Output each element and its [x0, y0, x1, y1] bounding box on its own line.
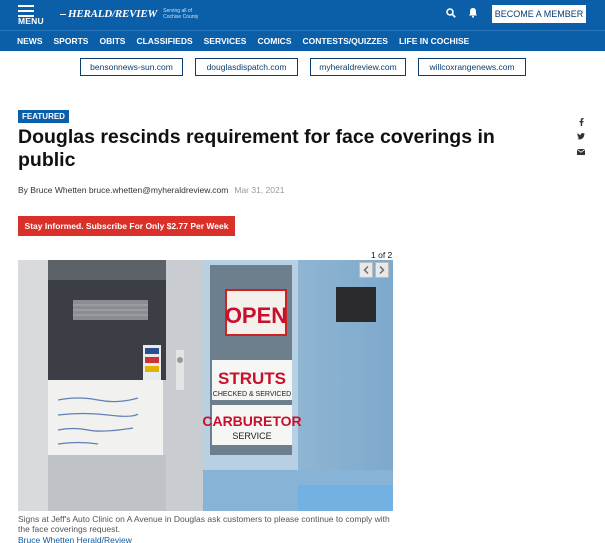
chevron-left-icon [363, 266, 369, 274]
chevron-right-icon [379, 266, 385, 274]
nav-item-comics[interactable]: COMICS [257, 36, 291, 46]
nav-item-sports[interactable]: SPORTS [54, 36, 89, 46]
gallery-counter: 1 of 2 [371, 250, 393, 260]
byline: By Bruce Whetten bruce.whetten@myheraldr… [18, 185, 284, 195]
menu-label: MENU [18, 16, 44, 26]
sister-link-willcoxrangenews[interactable]: willcoxrangenews.com [418, 58, 526, 76]
photo-illustration: OPEN STRUTS CHECKED & SERVICED CARBURETO… [18, 260, 393, 511]
photo-sign-struts-sub: CHECKED & SERVICED [213, 391, 291, 398]
search-icon[interactable] [446, 7, 456, 18]
photo-credit[interactable]: Bruce Whetten Herald/Review [18, 535, 132, 543]
twitter-icon[interactable] [576, 129, 586, 144]
subscribe-banner[interactable]: Stay Informed. Subscribe For Only $2.77 … [18, 216, 235, 236]
nav-item-services[interactable]: SERVICES [204, 36, 247, 46]
gallery-next-button[interactable] [375, 262, 389, 278]
byline-author[interactable]: By Bruce Whetten bruce.whetten@myheraldr… [18, 185, 228, 195]
article-date: Mar 31, 2021 [234, 185, 285, 195]
nav-item-news[interactable]: NEWS [17, 36, 43, 46]
bell-icon[interactable] [468, 7, 478, 18]
sister-sites: bensonnews-sun.com douglasdispatch.com m… [0, 58, 605, 78]
become-member-button[interactable]: BECOME A MEMBER [491, 4, 587, 24]
nav-item-classifieds[interactable]: CLASSIFIEDS [136, 36, 192, 46]
logo-tagline: Serving all of Cochise County [163, 8, 199, 20]
featured-badge[interactable]: FEATURED [18, 110, 69, 123]
share-bar [576, 114, 586, 159]
article-headline: Douglas rescinds requirement for face co… [18, 126, 495, 171]
email-icon[interactable] [576, 144, 586, 159]
nav-item-contests-quizzes[interactable]: CONTESTS/QUIZZES [302, 36, 387, 46]
gallery-prev-button[interactable] [359, 262, 373, 278]
article-photo[interactable]: OPEN STRUTS CHECKED & SERVICED CARBURETO… [18, 260, 393, 511]
facebook-icon[interactable] [576, 114, 586, 129]
photo-sign-struts: STRUTS [218, 369, 286, 388]
sister-link-bensonnews[interactable]: bensonnews-sun.com [80, 58, 183, 76]
nav-item-obits[interactable]: OBITS [99, 36, 125, 46]
site-logo[interactable]: HERALD/REVIEW Serving all of Cochise Cou… [60, 8, 203, 20]
nav-item-life-in-cochise[interactable]: LIFE IN COCHISE [399, 36, 469, 46]
menu-button[interactable]: MENU [18, 3, 46, 27]
photo-caption: Signs at Jeff's Auto Clinic on A Avenue … [18, 514, 390, 534]
photo-sign-carburetor-sub: SERVICE [232, 431, 271, 441]
logo-wordmark: HERALD/REVIEW [60, 8, 157, 20]
main-nav: NEWS SPORTS OBITS CLASSIFIEDS SERVICES C… [0, 30, 605, 51]
sister-link-myheraldreview[interactable]: myheraldreview.com [310, 58, 406, 76]
top-bar: MENU HERALD/REVIEW Serving all of Cochis… [0, 0, 605, 30]
sister-link-douglasdispatch[interactable]: douglasdispatch.com [195, 58, 298, 76]
photo-sign-carburetor: CARBURETOR [202, 413, 301, 429]
photo-sign-open: OPEN [225, 303, 287, 328]
